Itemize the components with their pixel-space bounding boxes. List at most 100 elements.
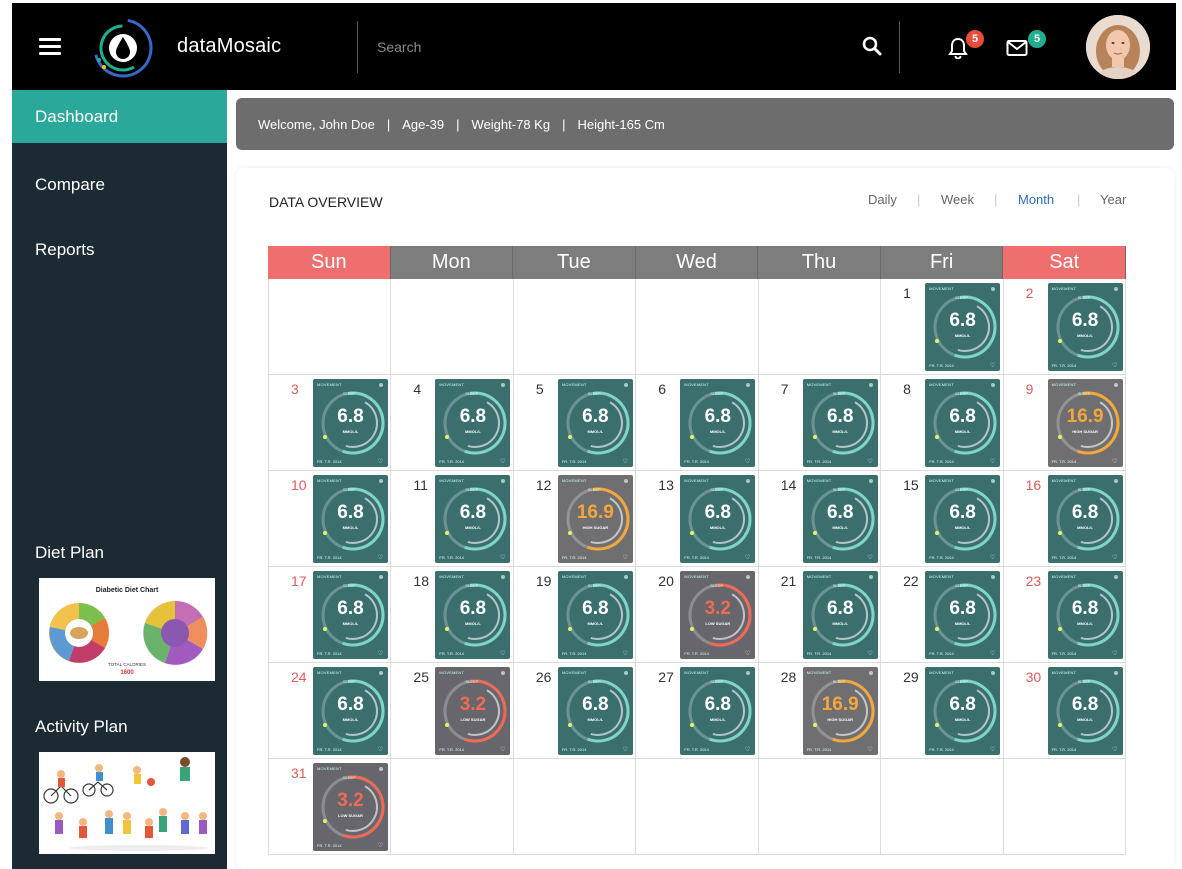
tile-footer: FR. T.R. 2014 (439, 747, 465, 752)
messages-button[interactable]: 5 (1006, 30, 1050, 61)
glucose-tile[interactable]: MOVEMENT SLEEP 6.8 MMOL/L FR. T.R. 2014 ♡ (557, 571, 633, 659)
glucose-value: 16.9 (1066, 406, 1104, 427)
calendar-day-cell[interactable]: 20 MOVEMENT SLEEP 3.2 LOW SUGAR FR. T.R. 2014… (636, 567, 759, 663)
period-month-tab[interactable]: Month (1018, 192, 1054, 207)
tile-footer: FR. T.R. 2014 (439, 555, 465, 560)
glucose-tile[interactable]: MOVEMENT SLEEP 6.8 MMOL/L FR. T.R. 2014 ♡ (1047, 475, 1123, 563)
glucose-tile[interactable]: MOVEMENT SLEEP 6.8 MMOL/L FR. T.R. 2014 ♡ (557, 667, 633, 755)
calendar-day-cell[interactable]: 11 MOVEMENT SLEEP 6.8 MMOL/L FR. T.R. 2014 ♡ (391, 471, 514, 567)
calendar-day-cell[interactable]: 22 MOVEMENT SLEEP 6.8 MMOL/L FR. T.R. 2014 ♡ (881, 567, 1004, 663)
sidebar-item-reports[interactable]: Reports (12, 223, 227, 276)
glucose-unit: LOW SUGAR (705, 621, 731, 626)
calendar-day-cell[interactable]: 13 MOVEMENT SLEEP 6.8 MMOL/L FR. T.R. 2014 ♡ (636, 471, 759, 567)
glucose-tile[interactable]: MOVEMENT SLEEP 6.8 MMOL/L FR. T.R. 2014 ♡ (680, 379, 756, 467)
period-daily-tab[interactable]: Daily (868, 192, 897, 207)
glucose-value: 3.2 (459, 694, 487, 715)
calendar-day-cell[interactable]: 16 MOVEMENT SLEEP 6.8 MMOL/L FR. T.R. 2014 ♡ (1003, 471, 1126, 567)
calendar-day-cell[interactable]: 24 MOVEMENT SLEEP 6.8 MMOL/L FR. T.R. 2014 ♡ (269, 663, 392, 759)
notifications-button[interactable]: 5 (948, 30, 988, 61)
calendar-day-cell[interactable]: 6 MOVEMENT SLEEP 6.8 MMOL/L FR. T.R. 2014 ♡ (636, 375, 759, 471)
tile-footer: FR. T.R. 2014 (439, 651, 465, 656)
activity-plan-image[interactable] (39, 752, 215, 854)
glucose-tile[interactable]: MOVEMENT SLEEP 16.9 HIGH SUGAR FR. T.R. 2014… (802, 667, 878, 755)
droplet-logo-icon[interactable] (90, 15, 156, 81)
calendar-day-cell[interactable]: 10 MOVEMENT SLEEP 6.8 MMOL/L FR. T.R. 2014 ♡ (269, 471, 392, 567)
diet-plan-image[interactable]: Diabetic Diet Chart TOTAL CALORIES 1600 (39, 578, 215, 681)
movement-label: MOVEMENT (317, 670, 342, 675)
tile-footer: FR. T.R. 2014 (561, 459, 587, 464)
glucose-tile[interactable]: MOVEMENT SLEEP 6.8 MMOL/L FR. T.R. 2014 ♡ (313, 571, 388, 659)
glucose-tile[interactable]: MOVEMENT SLEEP 6.8 MMOL/L FR. T.R. 2014 ♡ (435, 571, 511, 659)
calendar-day-cell[interactable]: 18 MOVEMENT SLEEP 6.8 MMOL/L FR. T.R. 2014 ♡ (391, 567, 514, 663)
calendar-empty-cell (391, 759, 514, 855)
calendar-day-cell[interactable]: 23 MOVEMENT SLEEP 6.8 MMOL/L FR. T.R. 2014 ♡ (1003, 567, 1126, 663)
glucose-tile[interactable]: MOVEMENT SLEEP 6.8 MMOL/L FR. T.R. 2014 ♡ (680, 667, 756, 755)
calendar-day-cell[interactable]: 15 MOVEMENT SLEEP 6.8 MMOL/L FR. T.R. 2014 ♡ (881, 471, 1004, 567)
glucose-tile[interactable]: MOVEMENT SLEEP 6.8 MMOL/L FR. T.R. 2014 ♡ (313, 379, 388, 467)
glucose-unit: MMOL/L (587, 429, 604, 434)
sleep-label: SLEEP (465, 391, 479, 396)
search-icon[interactable] (862, 36, 882, 56)
glucose-tile[interactable]: MOVEMENT SLEEP 6.8 MMOL/L FR. T.R. 2014 ♡ (802, 379, 878, 467)
calendar-day-cell[interactable]: 14 MOVEMENT SLEEP 6.8 MMOL/L FR. T.R. 2014 ♡ (758, 471, 882, 567)
hamburger-icon[interactable] (39, 38, 61, 55)
heart-icon: ♡ (989, 363, 996, 369)
calendar-day-cell[interactable]: 21 MOVEMENT SLEEP 6.8 MMOL/L FR. T.R. 2014 ♡ (758, 567, 882, 663)
calendar-day-cell[interactable]: 7 MOVEMENT SLEEP 6.8 MMOL/L FR. T.R. 2014 ♡ (758, 375, 882, 471)
glucose-tile[interactable]: MOVEMENT SLEEP 6.8 MMOL/L FR. T.R. 2014 ♡ (557, 379, 633, 467)
search-input[interactable] (377, 33, 857, 61)
heart-icon: ♡ (744, 651, 751, 657)
glucose-tile[interactable]: MOVEMENT SLEEP 16.9 HIGH SUGAR FR. T.R. 2014… (1047, 379, 1123, 467)
period-year-tab[interactable]: Year (1100, 192, 1126, 207)
calendar-day-cell[interactable]: 19 MOVEMENT SLEEP 6.8 MMOL/L FR. T.R. 2014 ♡ (513, 567, 637, 663)
calendar-day-cell[interactable]: 2 MOVEMENT SLEEP 6.8 MMOL/L FR. T.R. 2014 ♡ (1003, 279, 1126, 375)
glucose-unit: LOW SUGAR (338, 813, 363, 818)
calendar-day-cell[interactable]: 27 MOVEMENT SLEEP 6.8 MMOL/L FR. T.R. 2014 ♡ (636, 663, 759, 759)
glucose-tile[interactable]: MOVEMENT SLEEP 6.8 MMOL/L FR. T.R. 2014 ♡ (435, 475, 511, 563)
sidebar-item-compare[interactable]: Compare (12, 158, 227, 211)
glucose-tile[interactable]: MOVEMENT SLEEP 3.2 LOW SUGAR FR. T.R. 2014 ♡ (435, 667, 511, 755)
glucose-tile[interactable]: MOVEMENT SLEEP 16.9 HIGH SUGAR FR. T.R. 2014… (557, 475, 633, 563)
glucose-tile[interactable]: MOVEMENT SLEEP 6.8 MMOL/L FR. T.R. 2014 ♡ (925, 667, 1001, 755)
calendar-day-cell[interactable]: 25 MOVEMENT SLEEP 3.2 LOW SUGAR FR. T.R. 2014… (391, 663, 514, 759)
calendar-day-cell[interactable]: 9 MOVEMENT SLEEP 16.9 HIGH SUGAR FR. T.R. 201… (1003, 375, 1126, 471)
weekday-fri: Fri (880, 246, 1004, 279)
glucose-tile[interactable]: MOVEMENT SLEEP 6.8 MMOL/L FR. T.R. 2014 ♡ (435, 379, 511, 467)
period-week-tab[interactable]: Week (941, 192, 974, 207)
glucose-tile[interactable]: MOVEMENT SLEEP 6.8 MMOL/L FR. T.R. 2014 ♡ (313, 475, 388, 563)
glucose-tile[interactable]: MOVEMENT SLEEP 6.8 MMOL/L FR. T.R. 2014 ♡ (680, 475, 756, 563)
sleep-label: SLEEP (832, 583, 846, 588)
glucose-value: 16.9 (576, 502, 614, 523)
glucose-tile[interactable]: MOVEMENT SLEEP 6.8 MMOL/L FR. T.R. 2014 ♡ (1047, 283, 1123, 371)
calendar-day-cell[interactable]: 28 MOVEMENT SLEEP 16.9 HIGH SUGAR FR. T.R. 20… (758, 663, 882, 759)
glucose-tile[interactable]: MOVEMENT SLEEP 6.8 MMOL/L FR. T.R. 2014 ♡ (802, 571, 878, 659)
glucose-tile[interactable]: MOVEMENT SLEEP 6.8 MMOL/L FR. T.R. 2014 ♡ (802, 475, 878, 563)
glucose-tile[interactable]: MOVEMENT SLEEP 6.8 MMOL/L FR. T.R. 2014 ♡ (925, 379, 1001, 467)
glucose-tile[interactable]: MOVEMENT SLEEP 6.8 MMOL/L FR. T.R. 2014 ♡ (925, 571, 1001, 659)
calendar-day-cell[interactable]: 1 MOVEMENT SLEEP 6.8 MMOL/L FR. T.R. 2014 ♡ (881, 279, 1004, 375)
calendar-day-cell[interactable]: 31 MOVEMENT SLEEP 3.2 LOW SUGAR FR. T.R. 2014… (269, 759, 392, 855)
glucose-tile[interactable]: MOVEMENT SLEEP 6.8 MMOL/L FR. T.R. 2014 ♡ (1047, 667, 1123, 755)
calendar-day-cell[interactable]: 3 MOVEMENT SLEEP 6.8 MMOL/L FR. T.R. 2014 ♡ (269, 375, 392, 471)
sleep-label: SLEEP (955, 391, 969, 396)
calendar-day-cell[interactable]: 29 MOVEMENT SLEEP 6.8 MMOL/L FR. T.R. 2014 ♡ (881, 663, 1004, 759)
calendar-day-cell[interactable]: 8 MOVEMENT SLEEP 6.8 MMOL/L FR. T.R. 2014 ♡ (881, 375, 1004, 471)
glucose-value: 6.8 (826, 502, 854, 523)
glucose-tile[interactable]: MOVEMENT SLEEP 3.2 LOW SUGAR FR. T.R. 2014 ♡ (313, 763, 388, 851)
glucose-tile[interactable]: MOVEMENT SLEEP 6.8 MMOL/L FR. T.R. 2014 ♡ (925, 475, 1001, 563)
day-number: 30 (1025, 669, 1042, 685)
glucose-tile[interactable]: MOVEMENT SLEEP 6.8 MMOL/L FR. T.R. 2014 ♡ (925, 283, 1001, 371)
glucose-value: 3.2 (704, 598, 731, 619)
calendar-day-cell[interactable]: 30 MOVEMENT SLEEP 6.8 MMOL/L FR. T.R. 2014 ♡ (1003, 663, 1126, 759)
glucose-tile[interactable]: MOVEMENT SLEEP 3.2 LOW SUGAR FR. T.R. 2014 ♡ (680, 571, 756, 659)
avatar[interactable] (1086, 15, 1150, 79)
calendar-day-cell[interactable]: 12 MOVEMENT SLEEP 16.9 HIGH SUGAR FR. T.R. 20… (513, 471, 637, 567)
calendar-day-cell[interactable]: 4 MOVEMENT SLEEP 6.8 MMOL/L FR. T.R. 2014 ♡ (391, 375, 514, 471)
calendar-day-cell[interactable]: 5 MOVEMENT SLEEP 6.8 MMOL/L FR. T.R. 2014 ♡ (513, 375, 637, 471)
movement-label: MOVEMENT (806, 670, 832, 675)
calendar-day-cell[interactable]: 26 MOVEMENT SLEEP 6.8 MMOL/L FR. T.R. 2014 ♡ (513, 663, 637, 759)
glucose-tile[interactable]: MOVEMENT SLEEP 6.8 MMOL/L FR. T.R. 2014 ♡ (313, 667, 388, 755)
glucose-tile[interactable]: MOVEMENT SLEEP 6.8 MMOL/L FR. T.R. 2014 ♡ (1047, 571, 1123, 659)
calendar-day-cell[interactable]: 17 MOVEMENT SLEEP 6.8 MMOL/L FR. T.R. 2014 ♡ (269, 567, 392, 663)
sidebar-item-dashboard[interactable]: Dashboard (12, 90, 227, 143)
